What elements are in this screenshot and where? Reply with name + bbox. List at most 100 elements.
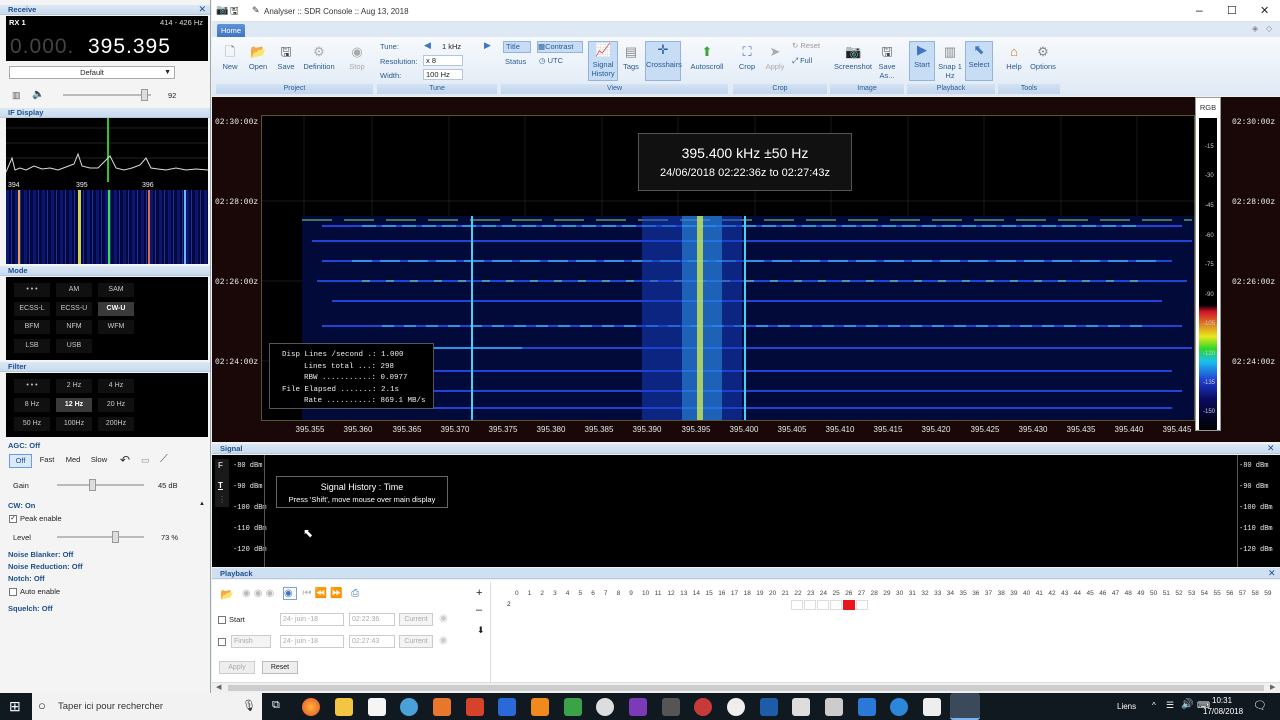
app-icon[interactable] [727, 698, 745, 716]
task-view-icon[interactable]: ⧉ [272, 699, 280, 712]
volume-slider[interactable] [63, 89, 151, 101]
vlc-icon[interactable] [531, 698, 549, 716]
filter-more-button[interactable]: • • • [14, 379, 50, 393]
stop-icon[interactable]: ◉ [242, 588, 254, 599]
minute-cell-active[interactable] [843, 600, 855, 610]
resolution-select[interactable]: x 8 [423, 55, 463, 66]
start-date-field[interactable]: 24- juin -18 [280, 613, 344, 626]
agc-slow-button[interactable]: Slow [88, 455, 110, 464]
chevron-up-icon[interactable]: ^ [1152, 701, 1156, 710]
meter-icon[interactable]: ▭ [141, 455, 150, 466]
crop-button[interactable]: ⛶ Crop [736, 44, 758, 71]
scroll-thumb[interactable] [228, 685, 1264, 691]
if-spectrum[interactable] [6, 118, 208, 182]
tune-right-icon[interactable]: ▶ [484, 40, 491, 51]
grip-icon[interactable]: ⋮ [218, 495, 226, 504]
links-label[interactable]: Liens [1117, 702, 1136, 711]
rewind-icon[interactable]: ⏮ [303, 588, 315, 599]
snap-button[interactable]: ▥ Snap 1 Hz [937, 44, 963, 80]
plus-icon[interactable]: + [476, 587, 482, 599]
back-icon[interactable]: ⏪ [315, 588, 330, 599]
minute-cell[interactable] [804, 600, 816, 610]
mode-sam-button[interactable]: SAM [98, 283, 134, 297]
peak-enable-checkbox[interactable]: ✓ Peak enable [9, 514, 62, 524]
mode-nfm-button[interactable]: NFM [56, 320, 92, 334]
app-icon[interactable] [466, 698, 484, 716]
agc-med-button[interactable]: Med [62, 455, 84, 464]
playback-apply-button[interactable]: Apply [219, 661, 255, 674]
close-icon[interactable]: ✕ [1260, 4, 1269, 17]
level-slider[interactable] [57, 531, 144, 543]
spectrogram-plot[interactable]: 395.400 kHz ±50 Hz 24/06/2018 02:22:36z … [261, 115, 1195, 421]
contrast-toggle[interactable]: ▦Contrast [537, 41, 583, 53]
app-icon[interactable] [629, 698, 647, 716]
print-icon[interactable]: ⎙ [351, 588, 362, 599]
signal-close-icon[interactable]: ✕ [1267, 443, 1275, 454]
speaker-icon[interactable]: 🔈 [32, 89, 44, 100]
cw-header[interactable]: CW: On [8, 501, 35, 510]
windows-start-icon[interactable]: ⊞ [9, 698, 21, 715]
finish-circle-icon[interactable]: ◉ [439, 635, 448, 646]
app-icon[interactable] [564, 698, 582, 716]
volume-thumb[interactable] [141, 89, 148, 101]
document-icon[interactable] [368, 698, 386, 716]
horizontal-scrollbar[interactable]: ◀ ▶ [212, 682, 1280, 692]
agc-off-button[interactable]: Off [9, 454, 32, 468]
mode-wfm-button[interactable]: WFM [98, 320, 134, 334]
auto-enable-checkbox[interactable]: Auto enable [9, 587, 60, 597]
start-time-field[interactable]: 02:22:36 [349, 613, 395, 626]
filter-2hz-button[interactable]: 2 Hz [56, 379, 92, 393]
taskbar-search[interactable]: ○ Taper ici pour rechercher 🎙 [32, 693, 262, 720]
filter-8hz-button[interactable]: 8 Hz [14, 398, 50, 412]
filter-100hz-button[interactable]: 100Hz [56, 417, 92, 431]
mode-ecss-l-button[interactable]: ECSS-L [14, 302, 50, 316]
start-circle-icon[interactable]: ◉ [439, 613, 448, 624]
width-select[interactable]: 100 Hz [423, 69, 463, 80]
start-button[interactable]: ▶ Start [909, 41, 935, 81]
app-icon[interactable] [825, 698, 843, 716]
start-current-button[interactable]: Current [399, 613, 433, 626]
clock-time[interactable]: 10:31 [1212, 696, 1232, 705]
filter-4hz-button[interactable]: 4 Hz [98, 379, 134, 393]
tune-step[interactable]: 1 kHz [442, 42, 461, 51]
signal-plot[interactable]: F T ⋮ -80 dBm -90 dBm -100 dBm -110 dBm … [212, 455, 1280, 567]
app-icon[interactable] [498, 698, 516, 716]
undo-icon[interactable]: ↶ [120, 453, 130, 467]
save-icon[interactable]: 🖫 [230, 4, 239, 21]
volume-icon[interactable]: 🔊 [1181, 699, 1193, 710]
help-button[interactable]: ⌂ Help [1002, 44, 1026, 71]
agc-fast-button[interactable]: Fast [36, 455, 58, 464]
select-button[interactable]: ⬉ Select [965, 41, 993, 81]
app-icon[interactable] [923, 698, 941, 716]
folder-icon[interactable]: 📂 [220, 588, 234, 601]
app-menu-icon[interactable]: ✎ [252, 5, 260, 16]
filter-50hz-button[interactable]: 50 Hz [14, 417, 50, 431]
receive-close-icon[interactable]: ✕ [198, 4, 206, 15]
pause-icon[interactable]: ◉ [254, 588, 266, 599]
playback-reset-button[interactable]: Reset [262, 661, 298, 674]
filter-20hz-button[interactable]: 20 Hz [98, 398, 134, 412]
spectrogram-area[interactable]: 395.400 kHz ±50 Hz 24/06/2018 02:22:36z … [212, 97, 1280, 442]
if-waterfall[interactable] [6, 190, 208, 264]
title-toggle[interactable]: Title [503, 41, 531, 53]
file-explorer-icon[interactable] [335, 698, 353, 716]
new-button[interactable]: 🗋 New [219, 44, 241, 71]
graph-icon[interactable]: ⟋ [160, 453, 168, 466]
minimize-icon[interactable]: – [1196, 3, 1203, 17]
ribbon-settings-icon[interactable]: ◇ [1266, 24, 1272, 33]
tune-left-icon[interactable]: ◀ [424, 40, 431, 51]
utc-toggle[interactable]: ◷ UTC [539, 56, 563, 65]
options-button[interactable]: ⚙ Options [1029, 44, 1057, 71]
clock-date[interactable]: 17/08/2018 [1203, 707, 1243, 716]
firefox-icon[interactable] [302, 698, 320, 716]
status-toggle[interactable]: Status [505, 57, 526, 66]
finish-time-field[interactable]: 02:27:43 [349, 635, 395, 648]
tags-button[interactable]: ▤ Tags [619, 44, 643, 71]
finish-checkbox[interactable] [218, 637, 229, 647]
app-icon[interactable] [400, 698, 418, 716]
mode-bfm-button[interactable]: BFM [14, 320, 50, 334]
mode-more-button[interactable]: • • • [14, 283, 50, 297]
filter-200hz-button[interactable]: 200Hz [98, 417, 134, 431]
maximize-icon[interactable]: ☐ [1227, 4, 1237, 17]
forward-icon[interactable]: ⏩ [330, 588, 345, 599]
